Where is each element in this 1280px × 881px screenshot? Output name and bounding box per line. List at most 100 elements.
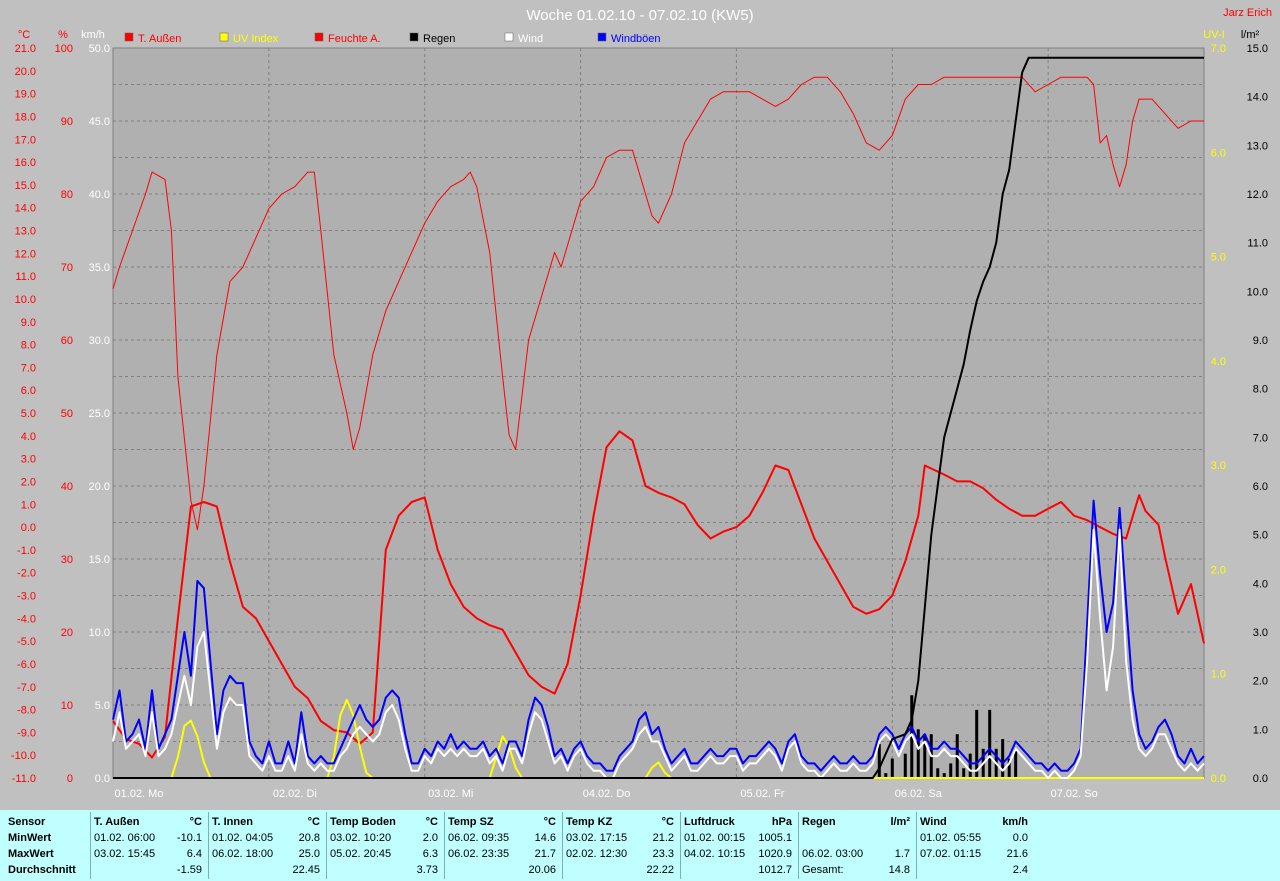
rain-tick-label: 3.0 xyxy=(1253,627,1268,639)
stats-separator xyxy=(680,812,681,879)
stats-block-unit: hPa xyxy=(771,816,792,828)
rain-tick-label: 12.0 xyxy=(1247,189,1268,201)
rain-tick-label: 9.0 xyxy=(1253,335,1268,347)
rain-unit-label: l/m² xyxy=(1241,29,1260,41)
stats-block-unit: °C xyxy=(543,816,556,828)
humidity-tick-label: 30 xyxy=(61,554,73,566)
temp-tick-label: -8.0 xyxy=(17,705,36,717)
rain-tick-label: 1.0 xyxy=(1253,724,1268,736)
rain-tick-label: 11.0 xyxy=(1247,238,1268,250)
rain-tick-label: 7.0 xyxy=(1253,432,1268,444)
legend: T. Außen UV Index Feuchte A. Regen Wind Windb… xyxy=(124,32,661,45)
stats-separator xyxy=(562,812,563,879)
temp-tick-label: -4.0 xyxy=(17,613,36,625)
temp-tick-label: 14.0 xyxy=(15,203,36,215)
stats-min-label: MinWert xyxy=(8,832,52,844)
wind-tick-label: 20.0 xyxy=(89,481,110,493)
day-label: 04.02. Do xyxy=(583,788,631,800)
legend-label: Feuchte A. xyxy=(328,33,381,45)
temp-tick-label: -5.0 xyxy=(17,636,36,648)
rain-tick-label: 6.0 xyxy=(1253,481,1268,493)
temp-tick-label: 19.0 xyxy=(15,89,36,101)
humidity-tick-label: 70 xyxy=(61,262,73,274)
humidity-tick-label: 50 xyxy=(61,408,73,420)
humidity-tick-label: 0 xyxy=(67,773,73,785)
uv-tick-label: 4.0 xyxy=(1211,356,1226,368)
rain-bar xyxy=(962,768,966,778)
temp-tick-label: 15.0 xyxy=(15,180,36,192)
stats-avg-value: 22.22 xyxy=(646,864,674,876)
legend-swatch xyxy=(597,32,607,42)
temp-tick-label: 18.0 xyxy=(15,111,36,123)
left-axes: 21.0 20.0 19.0 18.0 17.0 16.0 15.0 14.0 13.0 12.0… xyxy=(11,43,110,785)
uv-tick-label: 1.0 xyxy=(1211,669,1226,681)
temp-tick-label: 0.0 xyxy=(21,522,36,534)
stats-separator xyxy=(326,812,327,879)
stats-min-value: 14.6 xyxy=(534,832,556,844)
stats-avg-label: Durchschnitt xyxy=(8,864,76,876)
temp-tick-label: 17.0 xyxy=(15,134,36,146)
stats-separator xyxy=(444,812,445,879)
stats-min-value: 20.8 xyxy=(298,832,320,844)
stats-min-value: -10.1 xyxy=(176,832,202,844)
temp-tick-label: 2.0 xyxy=(21,476,36,488)
wind-tick-label: 10.0 xyxy=(89,627,110,639)
rain-bar xyxy=(968,753,972,778)
temp-tick-label: 3.0 xyxy=(21,454,36,466)
stats-block-unit: °C xyxy=(189,816,202,828)
temp-tick-label: 16.0 xyxy=(15,157,36,169)
temp-tick-label: 6.0 xyxy=(21,385,36,397)
stats-max-value: 1020.9 xyxy=(758,848,792,860)
humidity-tick-label: 60 xyxy=(61,335,73,347)
rain-bar xyxy=(890,758,894,778)
rain-tick-label: 8.0 xyxy=(1253,384,1268,396)
legend-label: T. Außen xyxy=(138,33,181,45)
rain-bar xyxy=(903,753,907,778)
rain-tick-label: 13.0 xyxy=(1247,140,1268,152)
rain-tick-label: 15.0 xyxy=(1247,43,1268,55)
day-label: 06.02. Sa xyxy=(895,788,943,800)
temp-tick-label: 5.0 xyxy=(21,408,36,420)
temp-tick-label: 21.0 xyxy=(15,43,36,55)
day-label: 03.02. Mi xyxy=(428,788,473,800)
stats-avg-value: 22.45 xyxy=(292,864,320,876)
temp-tick-label: 20.0 xyxy=(15,66,36,78)
legend-swatch xyxy=(219,32,229,42)
legend-label: Regen xyxy=(423,33,455,45)
legend-swatch xyxy=(409,32,419,42)
rain-tick-label: 0.0 xyxy=(1253,773,1268,785)
stats-block-unit: °C xyxy=(661,816,674,828)
wind-tick-label: 15.0 xyxy=(89,554,110,566)
wind-tick-label: 40.0 xyxy=(89,189,110,201)
stats-avg-value: -1.59 xyxy=(176,864,202,876)
temp-tick-label: -1.0 xyxy=(17,545,36,557)
stats-min-value: 21.2 xyxy=(652,832,674,844)
temp-tick-label: 12.0 xyxy=(15,248,36,260)
stats-max-value: 23.3 xyxy=(652,848,674,860)
stats-min-value: 1005.1 xyxy=(758,832,792,844)
temp-tick-label: -11.0 xyxy=(12,773,36,785)
uv-tick-label: 0.0 xyxy=(1211,773,1226,785)
day-label: 05.02. Fr xyxy=(740,788,784,800)
uv-unit-label: UV-I xyxy=(1203,29,1224,41)
legend-label: Windböen xyxy=(611,33,661,45)
rain-bar xyxy=(988,709,992,778)
temp-tick-label: 11.0 xyxy=(15,271,36,283)
stats-avg-value: 2.4 xyxy=(1012,864,1028,876)
rain-bar xyxy=(949,763,953,778)
humidity-tick-label: 10 xyxy=(61,700,73,712)
wind-tick-label: 0.0 xyxy=(95,773,110,785)
stats-avg-value: 3.73 xyxy=(416,864,438,876)
stats-min-value: 2.0 xyxy=(422,832,438,844)
temp-tick-label: -2.0 xyxy=(17,568,36,580)
humidity-tick-label: 100 xyxy=(55,43,73,55)
temp-tick-label: 4.0 xyxy=(21,431,36,443)
legend-swatch xyxy=(504,32,514,42)
stats-max-value: 1.7 xyxy=(894,848,910,860)
uv-tick-label: 6.0 xyxy=(1211,147,1226,159)
stats-separator xyxy=(916,812,917,879)
wind-tick-label: 25.0 xyxy=(89,408,110,420)
temp-tick-label: 13.0 xyxy=(15,226,36,238)
stats-max-value: 6.4 xyxy=(186,848,202,860)
rain-tick-label: 10.0 xyxy=(1247,286,1268,298)
